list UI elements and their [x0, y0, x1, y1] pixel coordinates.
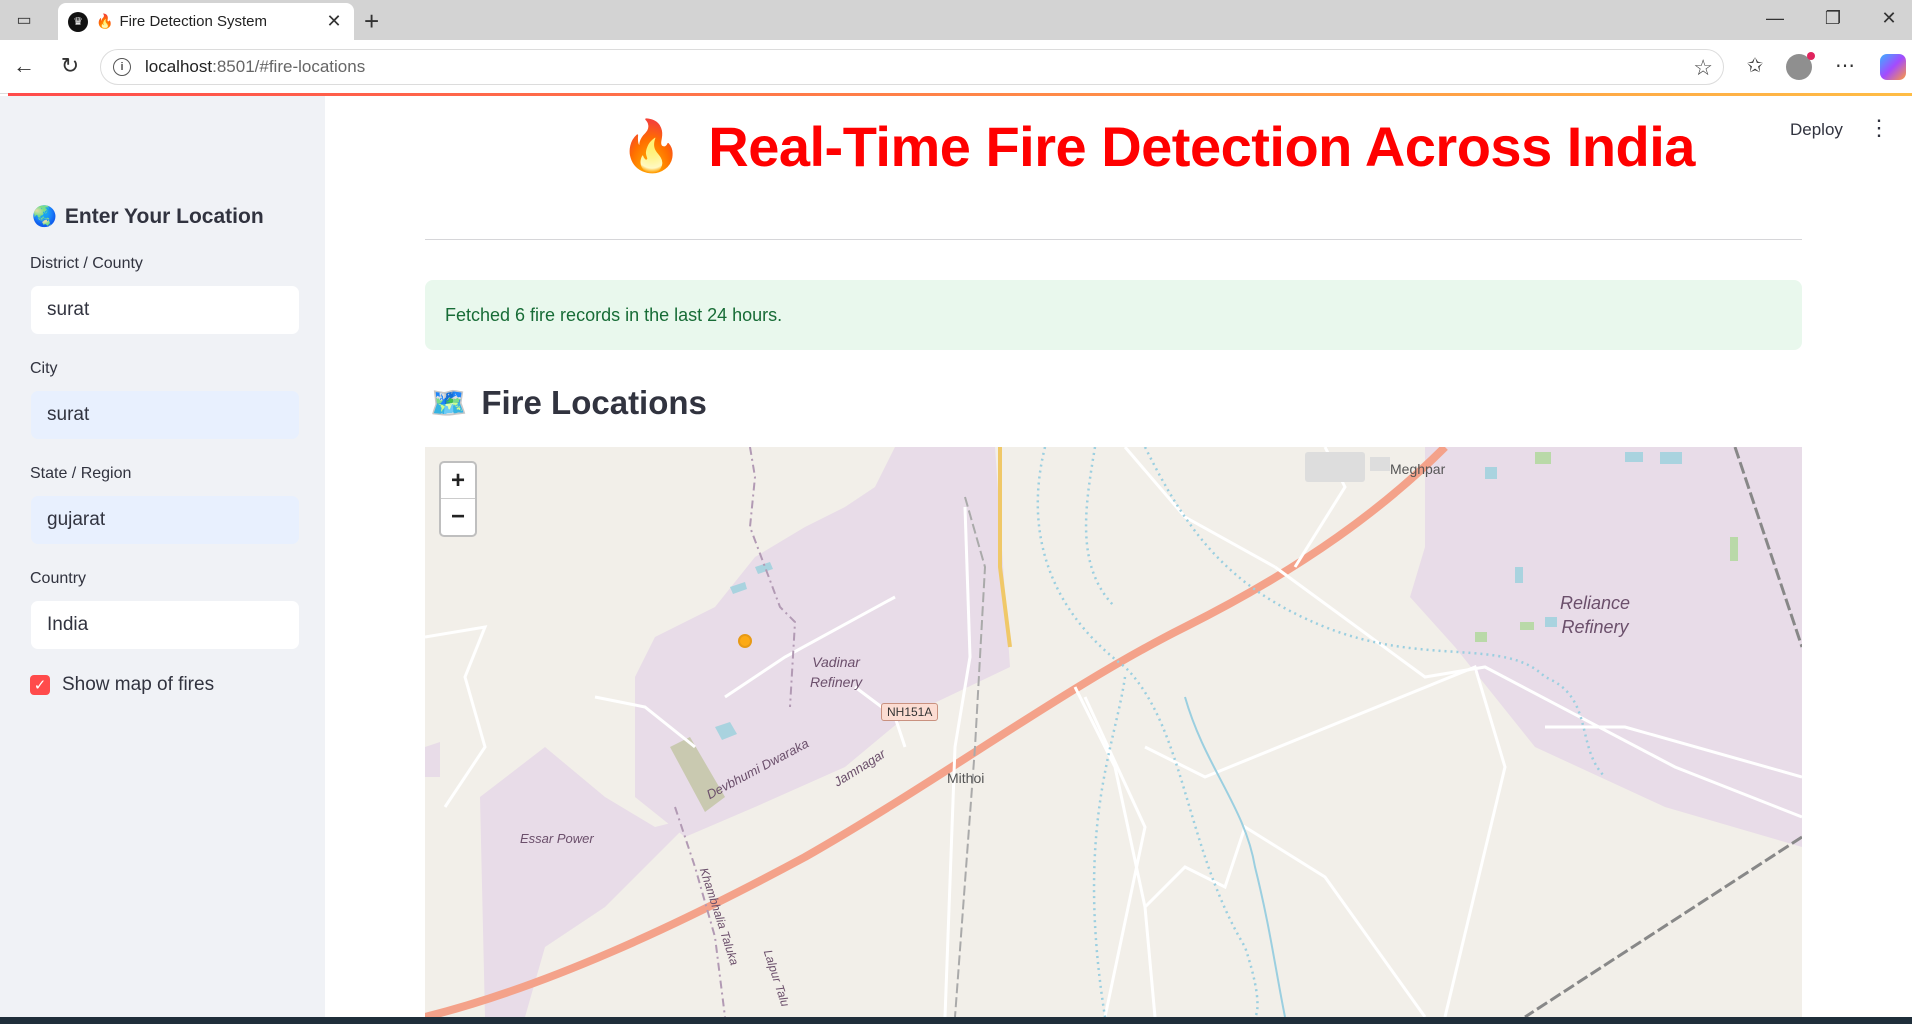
state-label: State / Region	[30, 465, 132, 482]
favorites-icon[interactable]: ✩	[1740, 53, 1770, 78]
show-map-label: Show map of fires	[62, 674, 215, 695]
browser-tab[interactable]: ♛ 🔥 Fire Detection System ✕	[58, 3, 354, 40]
taskbar-edge	[0, 1017, 1912, 1024]
app-favicon-icon: ♛	[68, 11, 88, 32]
map-label-reliance-line2: Refinery	[1561, 617, 1629, 637]
back-icon[interactable]: ←	[10, 54, 38, 78]
address-bar-row: ← ↻ i localhost:8501/#fire-locations ☆ ✩…	[0, 40, 1912, 94]
district-label: District / County	[30, 255, 143, 272]
highway-shield: NH151A	[881, 703, 939, 721]
sidebar-header: 🌏 Enter Your Location	[32, 204, 264, 229]
minimize-icon[interactable]: —	[1760, 8, 1790, 29]
map-tiles	[425, 447, 1802, 1017]
bookmark-star-icon[interactable]: ☆	[1693, 55, 1713, 81]
country-input[interactable]: India	[30, 600, 300, 650]
flame-icon: 🔥	[620, 117, 683, 174]
url-host: localhost	[145, 57, 213, 76]
sidebar-header-text: Enter Your Location	[64, 204, 264, 228]
map-section-title: 🗺️ Fire Locations	[430, 384, 707, 422]
page-title-text: Real-Time Fire Detection Across India	[708, 114, 1695, 178]
profile-avatar[interactable]	[1786, 52, 1815, 80]
site-info-icon[interactable]: i	[113, 58, 131, 76]
restore-icon[interactable]: ❐	[1818, 8, 1848, 29]
copilot-icon[interactable]	[1880, 54, 1906, 80]
globe-icon: 🌏	[32, 206, 57, 228]
deploy-button[interactable]: Deploy	[1790, 120, 1843, 140]
tab-title: Fire Detection System	[119, 13, 267, 30]
browser-tab-bar: ▭ ♛ 🔥 Fire Detection System ✕ + — ❐ ✕	[0, 0, 1912, 40]
zoom-control: + −	[439, 461, 477, 537]
main-menu-icon[interactable]: ⋮	[1868, 116, 1890, 140]
map-label-essar: Essar Power	[520, 831, 594, 846]
success-alert: Fetched 6 fire records in the last 24 ho…	[425, 280, 1802, 350]
url-field[interactable]: i localhost:8501/#fire-locations ☆	[100, 49, 1724, 85]
fire-map[interactable]: + − Meghpar Reliance Refinery Vadinar Re…	[425, 447, 1802, 1017]
close-tab-icon[interactable]: ✕	[324, 11, 344, 32]
title-divider	[425, 239, 1802, 240]
map-label-mithoi: Mithoi	[947, 770, 985, 786]
show-map-checkbox-row[interactable]: ✓ Show map of fires	[30, 674, 214, 696]
state-input[interactable]: gujarat	[30, 495, 300, 545]
district-input[interactable]: surat	[30, 285, 300, 335]
more-menu-icon[interactable]: ⋯	[1830, 53, 1860, 78]
map-label-reliance: Reliance Refinery	[1560, 591, 1630, 639]
reload-icon[interactable]: ↻	[56, 54, 84, 78]
fire-marker[interactable]	[738, 634, 752, 648]
close-window-icon[interactable]: ✕	[1874, 8, 1904, 29]
sidebar	[0, 96, 325, 1024]
map-label-vadinar-line2: Refinery	[810, 674, 863, 690]
city-input[interactable]: surat	[30, 390, 300, 440]
fire-favicon-icon: 🔥	[96, 13, 114, 29]
map-label-vadinar: Vadinar Refinery	[810, 652, 862, 692]
country-label: Country	[30, 570, 87, 587]
show-map-checkbox[interactable]: ✓	[30, 675, 50, 695]
zoom-out-button[interactable]: −	[441, 499, 475, 535]
map-label-reliance-line1: Reliance	[1560, 593, 1631, 613]
world-map-icon: 🗺️	[430, 386, 468, 420]
map-label-vadinar-line1: Vadinar	[812, 654, 860, 670]
sidebar-toggle-icon[interactable]: ▭	[12, 8, 36, 32]
map-section-title-text: Fire Locations	[481, 384, 707, 421]
city-label: City	[30, 360, 58, 377]
new-tab-icon[interactable]: +	[364, 6, 379, 37]
url-path: :8501/#fire-locations	[212, 57, 366, 76]
zoom-in-button[interactable]: +	[441, 463, 475, 499]
page-title: 🔥 Real-Time Fire Detection Across India	[620, 108, 1695, 184]
map-label-meghpar: Meghpar	[1390, 461, 1446, 477]
